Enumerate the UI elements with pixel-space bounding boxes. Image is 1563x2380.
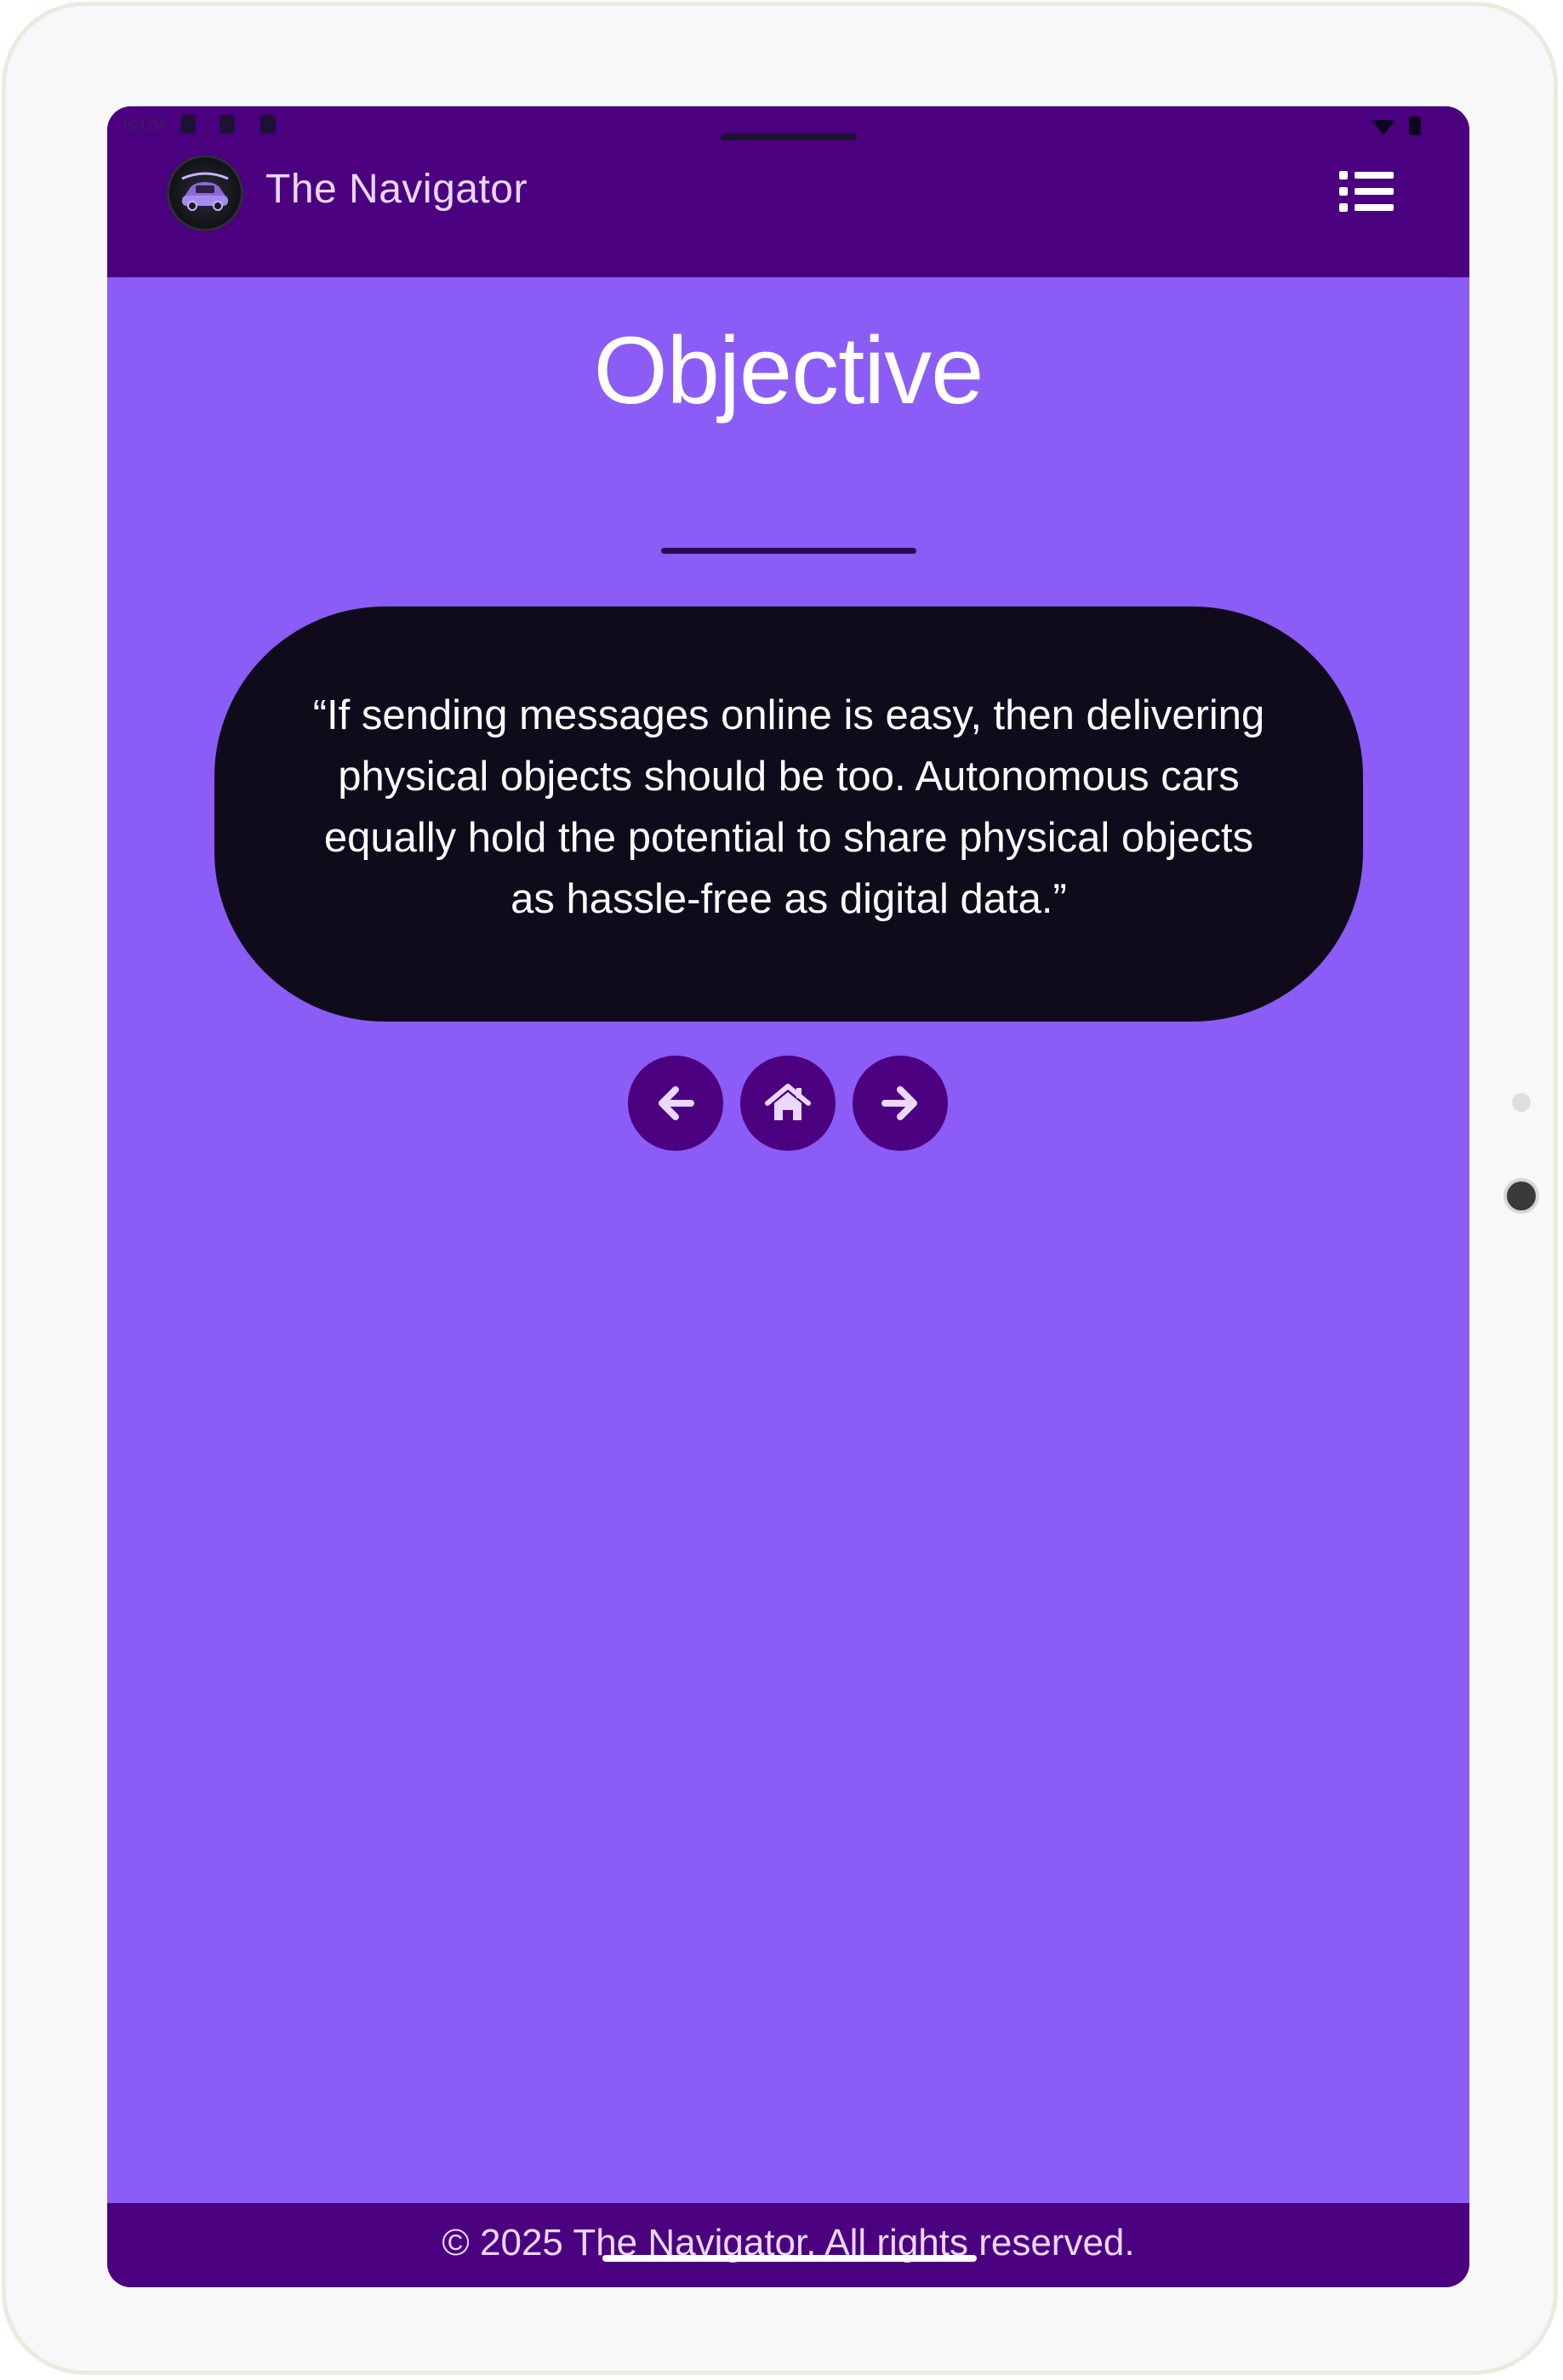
app-screen: 6:09 The Navigator Objective “If sending… (107, 106, 1469, 2287)
notification-status-icon (220, 115, 235, 134)
status-bar: 6:09 (107, 106, 1469, 149)
sim-status-icon (260, 115, 276, 134)
back-button[interactable] (628, 1056, 723, 1151)
slide-navigation (107, 1056, 1469, 1151)
side-sensor (1512, 1093, 1531, 1112)
title-underline (661, 548, 916, 554)
quote-card: “If sending messages online is easy, the… (214, 606, 1363, 1022)
arrow-left-icon (659, 1086, 694, 1120)
car-logo-icon[interactable] (167, 155, 243, 231)
gesture-bar[interactable] (602, 2255, 977, 2262)
page-title: Objective (593, 317, 984, 424)
top-navbar: 6:09 The Navigator (107, 106, 1469, 277)
arrow-right-icon (881, 1086, 917, 1120)
drag-handle[interactable] (721, 134, 857, 140)
quote-text: “If sending messages online is easy, the… (312, 692, 1265, 922)
home-icon (765, 1084, 811, 1120)
shield-status-icon (180, 115, 196, 134)
list-menu-icon[interactable] (1339, 169, 1394, 214)
next-button[interactable] (853, 1056, 948, 1151)
home-button[interactable] (740, 1056, 836, 1151)
wifi-icon (1372, 120, 1395, 135)
footer: © 2025 The Navigator. All rights reserve… (107, 2203, 1469, 2287)
brand-title[interactable]: The Navigator (265, 166, 528, 213)
tablet-frame: 6:09 The Navigator Objective “If sending… (2, 2, 1558, 2375)
battery-icon (1409, 117, 1421, 135)
camera-icon (1507, 1181, 1536, 1210)
status-time: 6:09 (123, 115, 165, 136)
